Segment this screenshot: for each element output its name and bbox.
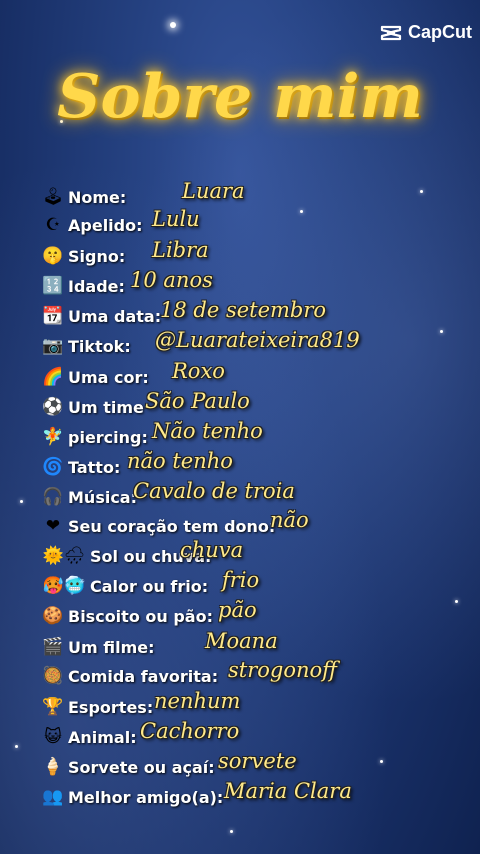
field-value: 18 de setembro bbox=[160, 298, 327, 322]
field-value: Luara bbox=[182, 179, 245, 203]
people-icon: 👥 bbox=[42, 786, 64, 807]
list-item: 🤫 Signo: bbox=[42, 242, 125, 270]
list-item: 🍦 Sorvete ou açaí: bbox=[42, 753, 215, 781]
list-item: 🌈 Uma cor: bbox=[42, 363, 149, 391]
cyclone-icon: 🌀 bbox=[42, 456, 64, 477]
field-label: Seu coração tem dono: bbox=[68, 516, 276, 536]
star bbox=[230, 830, 233, 833]
field-value: Lulu bbox=[152, 207, 200, 231]
list-item: 🥵🥶 Calor ou frio: bbox=[42, 572, 208, 600]
field-value: não tenho bbox=[127, 449, 233, 473]
field-label: Um time bbox=[68, 397, 144, 417]
list-item: 🕹 Nome: bbox=[42, 183, 126, 211]
field-value: pão bbox=[218, 598, 257, 622]
field-value: 10 anos bbox=[130, 268, 213, 292]
soccer-ball-icon: ⚽ bbox=[42, 396, 64, 417]
list-item: 🌀 Tatto: bbox=[42, 453, 120, 481]
star bbox=[440, 330, 443, 333]
field-value: Cachorro bbox=[140, 719, 240, 743]
list-item: ⚽ Um time bbox=[42, 393, 144, 421]
bowl-icon: 🥘 bbox=[42, 665, 64, 686]
face-icon: 🤫 bbox=[42, 245, 64, 266]
field-value: nenhum bbox=[154, 689, 241, 713]
page-title: Sobre mim bbox=[57, 62, 423, 132]
capcut-logo: CapCut bbox=[380, 22, 472, 43]
field-label: Tatto: bbox=[68, 457, 121, 477]
field-value: Libra bbox=[152, 238, 209, 262]
field-label: Música: bbox=[68, 487, 137, 507]
star bbox=[455, 600, 458, 603]
cat-icon: 😺 bbox=[44, 726, 62, 747]
field-label: Melhor amigo(a): bbox=[68, 787, 224, 807]
list-item: 🍪 Biscoito ou pão: bbox=[42, 602, 213, 630]
capcut-icon bbox=[380, 25, 402, 40]
field-value: Não tenho bbox=[152, 419, 263, 443]
capcut-wordmark: CapCut bbox=[408, 22, 472, 42]
list-item: ☪ Apelido: bbox=[42, 211, 143, 239]
field-value: @Luarateixeira819 bbox=[155, 328, 360, 352]
joystick-icon: 🕹 bbox=[42, 186, 64, 207]
field-label: Um filme: bbox=[68, 637, 155, 657]
field-label: Apelido: bbox=[68, 215, 143, 235]
field-value: sorvete bbox=[218, 749, 297, 773]
field-label: Idade: bbox=[68, 276, 125, 296]
heart-icon: ❤ bbox=[45, 515, 61, 536]
field-label: Biscoito ou pão: bbox=[68, 606, 213, 626]
list-item: 👥 Melhor amigo(a): bbox=[42, 783, 223, 811]
numbers-icon: 🔢 bbox=[42, 275, 64, 296]
list-item: 🔢 Idade: bbox=[42, 272, 125, 300]
sun-rain-icon: 🌞🌧 bbox=[42, 545, 86, 566]
field-label: Uma data: bbox=[68, 306, 162, 326]
cookie-icon: 🍪 bbox=[42, 605, 64, 626]
list-item: ❤ Seu coração tem dono: bbox=[42, 512, 275, 540]
field-label: Signo: bbox=[68, 246, 126, 266]
field-label: Comida favorita: bbox=[68, 666, 219, 686]
list-item: 🏆 Esportes: bbox=[42, 693, 153, 721]
star bbox=[15, 745, 18, 748]
field-value: Maria Clara bbox=[224, 779, 352, 803]
list-item: 🥘 Comida favorita: bbox=[42, 662, 218, 690]
rainbow-icon: 🌈 bbox=[42, 366, 64, 387]
field-value: Roxo bbox=[172, 359, 225, 383]
field-label: piercing: bbox=[68, 427, 148, 447]
star bbox=[20, 500, 23, 503]
star bbox=[420, 190, 423, 193]
calendar-icon: 📆 bbox=[42, 305, 64, 326]
star bbox=[170, 22, 176, 28]
field-value: não bbox=[270, 508, 309, 532]
moon-icon: ☪ bbox=[45, 214, 61, 235]
field-value: chuva bbox=[180, 538, 244, 562]
ice-cream-icon: 🍦 bbox=[42, 756, 64, 777]
field-value: Cavalo de troia bbox=[133, 479, 295, 503]
list-item: 📆 Uma data: bbox=[42, 302, 161, 330]
field-value: Moana bbox=[205, 629, 278, 653]
field-value: frio bbox=[222, 568, 260, 592]
camera-icon: 📷 bbox=[42, 335, 64, 356]
star bbox=[300, 210, 303, 213]
list-item: 🎬 Um filme: bbox=[42, 633, 155, 661]
hot-cold-face-icon: 🥵🥶 bbox=[42, 575, 86, 596]
field-label: Uma cor: bbox=[68, 367, 149, 387]
star bbox=[380, 760, 383, 763]
field-value: São Paulo bbox=[145, 389, 250, 413]
field-label: Tiktok: bbox=[68, 336, 131, 356]
list-item: 🎧 Música: bbox=[42, 483, 137, 511]
fairy-icon: 🧚 bbox=[42, 426, 64, 447]
field-label: Esportes: bbox=[68, 697, 154, 717]
list-item: 🧚 piercing: bbox=[42, 423, 148, 451]
field-value: strogonoff bbox=[228, 658, 338, 682]
list-item: 📷 Tiktok: bbox=[42, 332, 131, 360]
field-label: Animal: bbox=[68, 727, 137, 747]
list-item: 😺 Animal: bbox=[42, 723, 137, 751]
field-label: Nome: bbox=[68, 187, 127, 207]
field-label: Sorvete ou açaí: bbox=[68, 757, 215, 777]
field-label: Calor ou frio: bbox=[90, 576, 209, 596]
trophy-icon: 🏆 bbox=[42, 696, 64, 717]
clapper-icon: 🎬 bbox=[42, 636, 64, 657]
headphones-icon: 🎧 bbox=[42, 486, 64, 507]
